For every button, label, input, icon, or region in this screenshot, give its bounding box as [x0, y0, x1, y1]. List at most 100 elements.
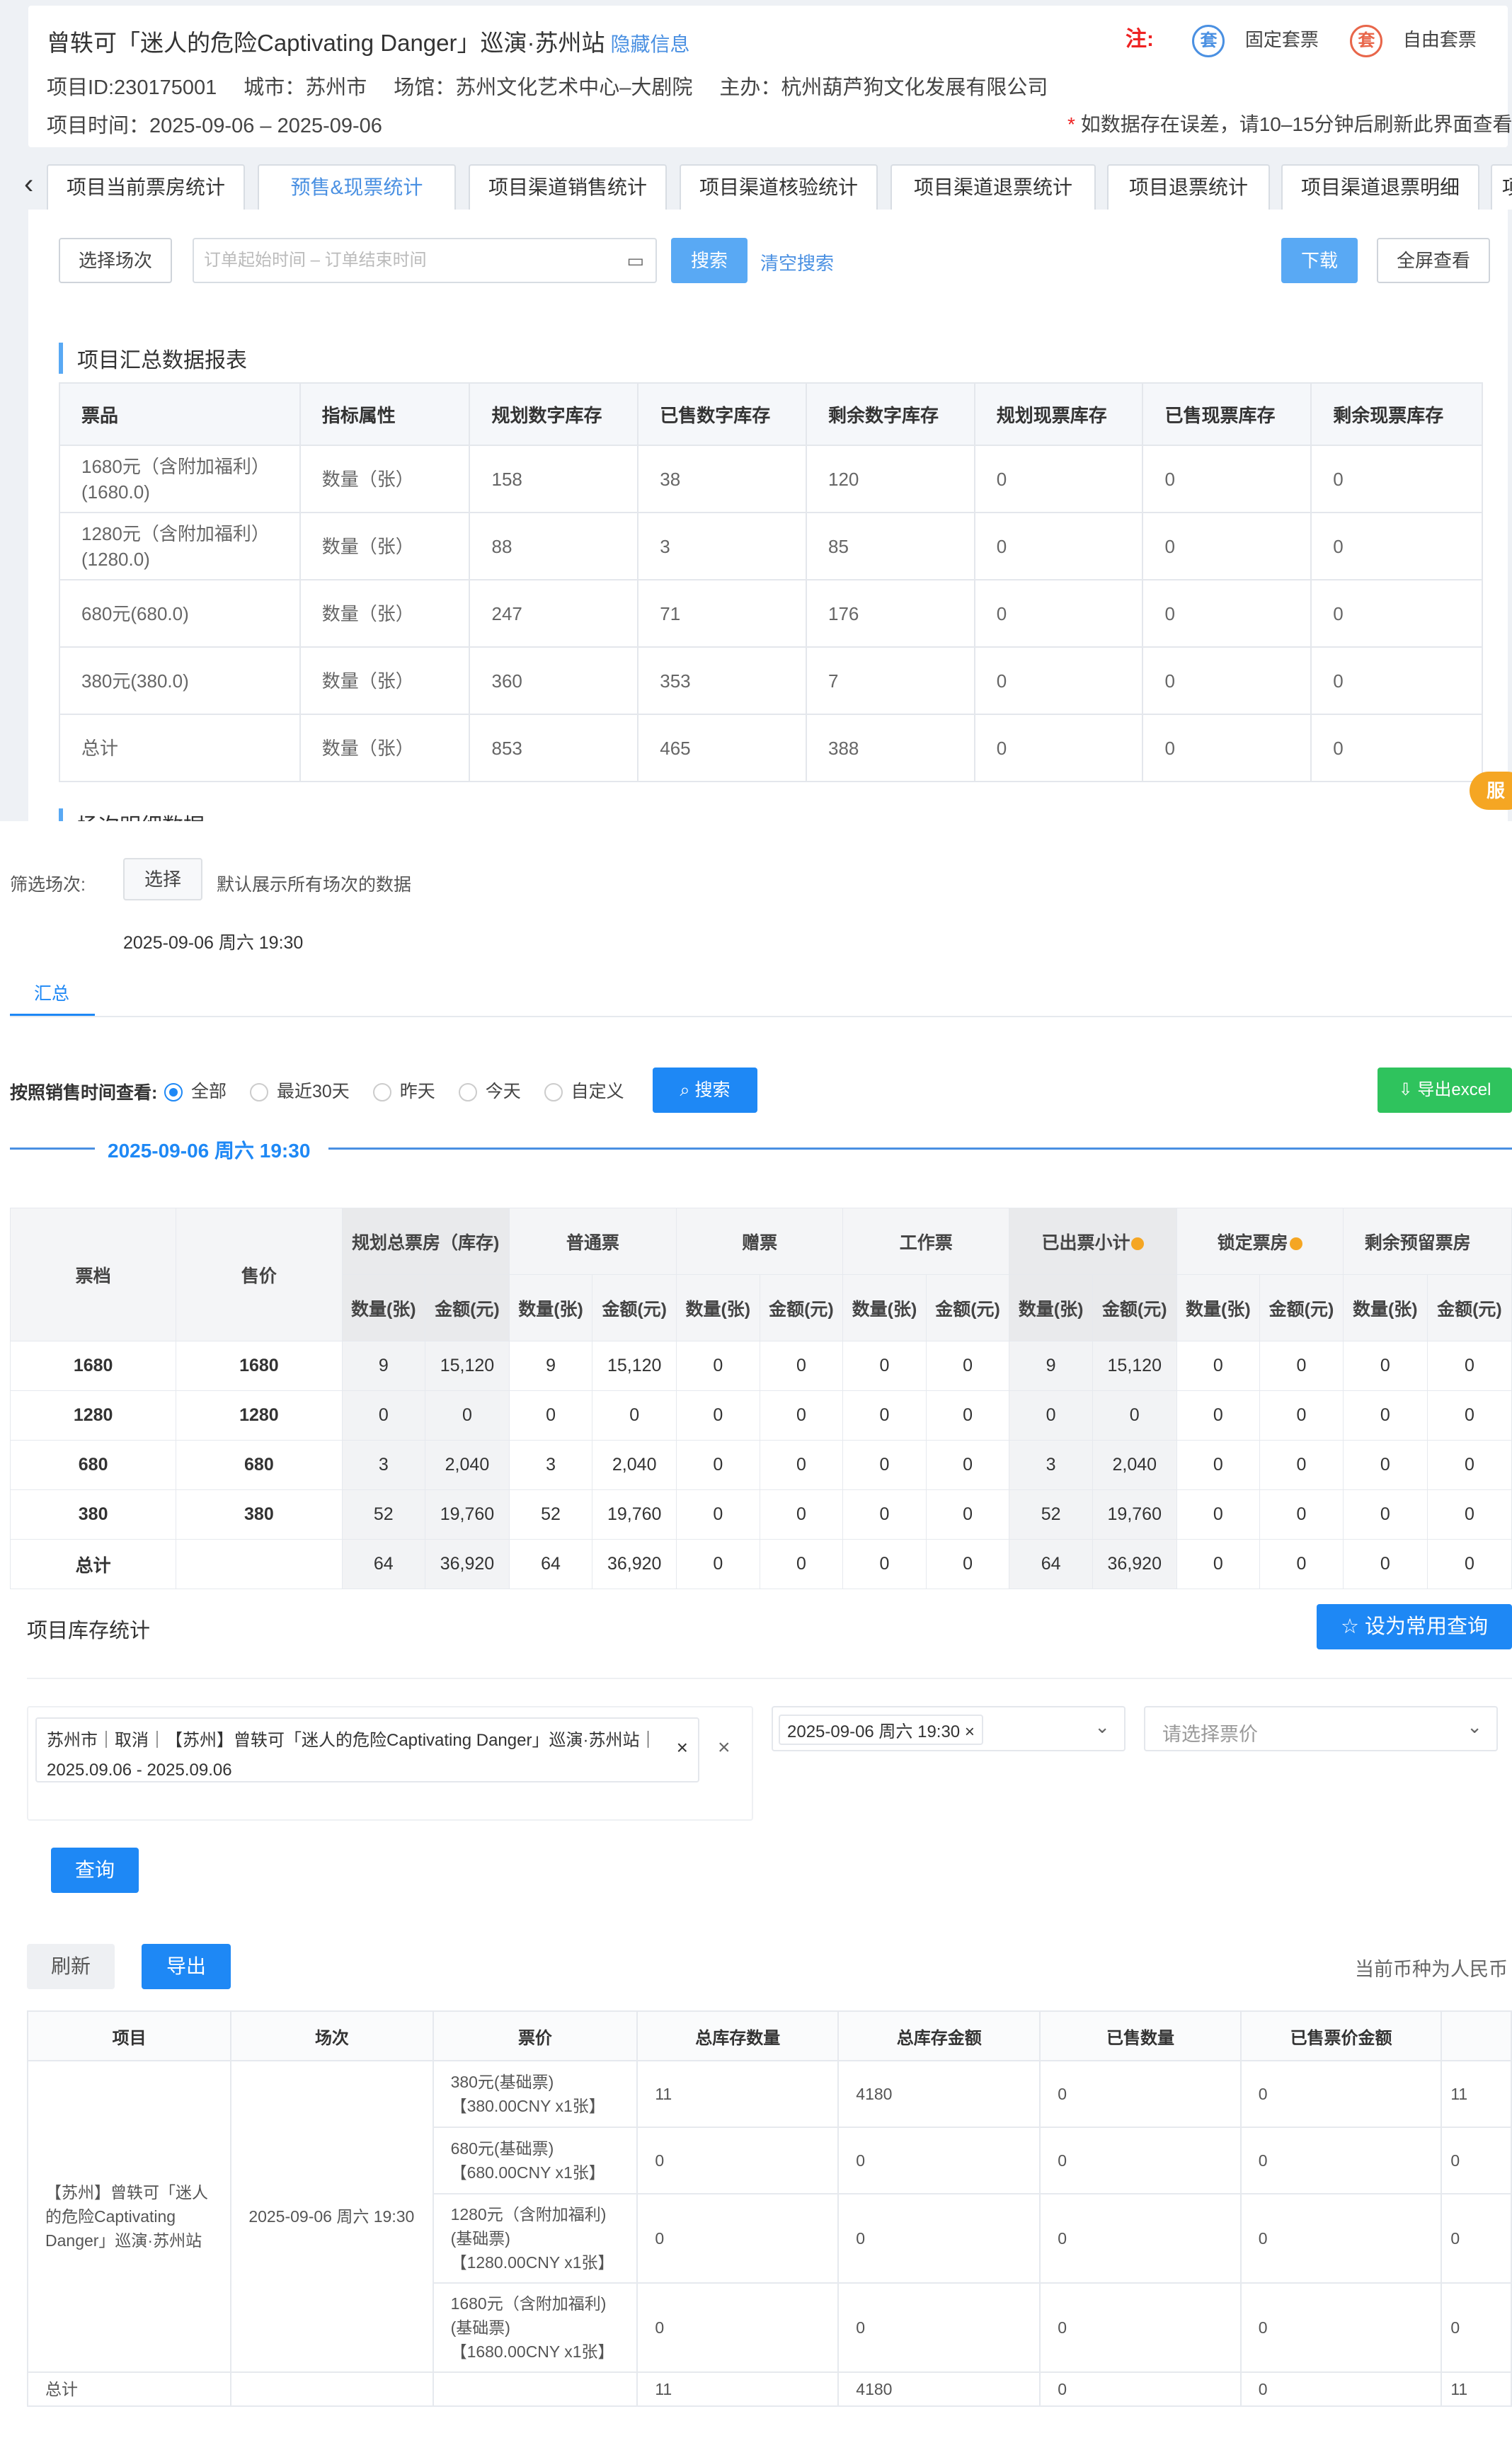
summary-cell: 0	[1310, 512, 1483, 580]
summary-cell: 388	[805, 714, 975, 782]
summary-row: 1680元（含附加福利）(1680.0) 数量（张） 158 38 120 0 0 0	[59, 445, 1483, 513]
clear-icon[interactable]: ×	[718, 1736, 731, 1760]
session-cell: 2,040	[592, 1440, 677, 1490]
tab-channel-refund[interactable]: 项目渠道退票统计	[890, 164, 1096, 210]
session-cell: 0	[925, 1341, 1010, 1391]
session-cell: 380	[9, 1489, 177, 1540]
search-button[interactable]: 搜索	[671, 238, 748, 283]
summary-row: 1280元（含附加福利）(1280.0) 数量（张） 88 3 85 0 0 0	[59, 512, 1483, 580]
detail-cell: 0	[636, 2193, 840, 2284]
sub-header: 数量(张)	[1342, 1274, 1428, 1341]
inventory-query-screenshot: 项目库存统计 ☆ 设为常用查询 苏州市｜取消｜【苏州】曾轶可「迷人的危险Capt…	[0, 1600, 1512, 2010]
warning-star: *	[1067, 113, 1075, 135]
session-cell: 0	[592, 1390, 677, 1441]
radio-label: 全部	[191, 1082, 227, 1101]
detail-cell: 0	[837, 2127, 1041, 2194]
radio-last30[interactable]: 最近30天	[249, 1082, 350, 1102]
fullscreen-button[interactable]: 全屏查看	[1377, 238, 1490, 283]
detail-cell: 0	[837, 2193, 1041, 2284]
detail-cell: 1280元（含附加福利)(基础票)【1280.00CNY x1张】	[432, 2193, 638, 2284]
sub-header: 数量(张)	[341, 1274, 426, 1341]
tab-summary[interactable]: 汇总	[34, 980, 69, 1005]
summary-cell: 0	[973, 646, 1144, 715]
summary-cell: 3	[637, 512, 807, 580]
info-dot-icon[interactable]	[1289, 1237, 1302, 1250]
radio-custom[interactable]: 自定义	[544, 1082, 624, 1102]
detail-cell: 4180	[837, 2060, 1041, 2128]
session-cell: 0	[676, 1440, 760, 1490]
locked-label: 锁定票房	[1217, 1232, 1288, 1253]
project-time: 项目时间：2025-09-06 – 2025-09-06	[47, 115, 382, 137]
project-meta: 项目ID:230175001 城市：苏州市 场馆：苏州文化艺术中心–大剧院 主办：杭州…	[47, 71, 1075, 101]
tab-presale-stats[interactable]: 预售&现票统计	[258, 164, 456, 210]
detail-cell: 11	[636, 2060, 840, 2128]
session-cell: 0	[925, 1390, 1010, 1441]
total-cell: 4180	[837, 2371, 1041, 2407]
summary-cell: 数量（张）	[299, 714, 471, 782]
sub-header: 数量(张)	[508, 1274, 593, 1341]
summary-cell: 85	[805, 512, 975, 580]
group-header-locked: 锁定票房	[1176, 1208, 1344, 1275]
col-header: 项目	[26, 2010, 232, 2061]
sub-header: 数量(张)	[676, 1274, 760, 1341]
project-select-box[interactable]: 苏州市｜取消｜【苏州】曾轶可「迷人的危险Captivating Danger」巡…	[27, 1706, 753, 1821]
radio-all[interactable]: 全部	[164, 1082, 227, 1102]
radio-today-icon	[458, 1083, 477, 1102]
col-header: 规划现票库存	[973, 382, 1144, 446]
summary-cell: 1280元（含附加福利）(1280.0)	[59, 512, 301, 580]
tab-channel-verify[interactable]: 项目渠道核验统计	[680, 164, 878, 210]
by-sale-time-label: 按照销售时间查看:	[10, 1083, 158, 1103]
session-cell: 1680	[9, 1341, 177, 1391]
tab-channel-refund-detail[interactable]: 项目渠道退票明细	[1281, 164, 1479, 210]
download-button[interactable]: 下载	[1281, 238, 1358, 283]
session-cell: 9	[1009, 1341, 1093, 1391]
summary-section-title: 项目汇总数据报表	[59, 343, 247, 374]
tab-overflow[interactable]: 项	[1491, 164, 1512, 210]
select-session-button[interactable]: 选择场次	[59, 238, 172, 283]
close-icon[interactable]: ×	[965, 1722, 975, 1741]
radio-today[interactable]: 今天	[458, 1082, 521, 1102]
tab-current-box-office[interactable]: 项目当前票房统计	[47, 164, 245, 210]
refresh-button[interactable]: 刷新	[27, 1944, 115, 1989]
session-select[interactable]: 2025-09-06 周六 19:30 × ⌄	[772, 1706, 1126, 1751]
close-icon[interactable]: ×	[677, 1733, 688, 1763]
order-date-range-input[interactable]: 订单起始时间 – 订单结束时间 ▭	[193, 238, 657, 283]
choose-session-button[interactable]: 选择	[123, 858, 202, 900]
radio-label: 今天	[485, 1082, 521, 1101]
session-cell: 0	[1176, 1341, 1261, 1391]
summary-cell: 71	[637, 579, 807, 648]
session-cell: 0	[842, 1489, 927, 1540]
star-icon: ☆	[1340, 1615, 1365, 1638]
sub-header: 金额(元)	[592, 1274, 677, 1341]
filter-session-label: 筛选场次:	[10, 875, 86, 895]
date-divider-left	[10, 1148, 95, 1150]
summary-cell: 数量（张）	[299, 445, 471, 513]
sale-time-search-button[interactable]: ⌕ 搜索	[653, 1068, 757, 1113]
total-cell: 11	[636, 2371, 840, 2407]
session-cell: 0	[1342, 1539, 1428, 1589]
summary-cell: 465	[637, 714, 807, 782]
sub-header: 金额(元)	[1259, 1274, 1344, 1341]
session-cell: 3	[341, 1440, 426, 1490]
session-cell: 0	[1259, 1539, 1344, 1589]
session-cell: 0	[1176, 1489, 1261, 1540]
tab-refund-stats[interactable]: 项目退票统计	[1107, 164, 1270, 210]
detail-session-cell: 2025-09-06 周六 19:30	[230, 2060, 434, 2373]
query-button[interactable]: 查询	[51, 1848, 139, 1893]
export-button[interactable]: 导出	[142, 1944, 231, 1989]
session-row: 380 380 52 19,760 52 19,760 0 0 0 0 52 19,760 0 0 0 0	[9, 1489, 1512, 1540]
sub-header: 金额(元)	[1426, 1274, 1512, 1341]
tab-channel-sales[interactable]: 项目渠道销售统计	[469, 164, 667, 210]
hide-info-link[interactable]: 隐藏信息	[611, 33, 690, 55]
summary-cell: 0	[1142, 714, 1312, 782]
price-select[interactable]: 请选择票价 ⌄	[1144, 1706, 1498, 1751]
service-float-button[interactable]: 服	[1470, 772, 1512, 810]
session-cell: 0	[759, 1390, 844, 1441]
session-date: 2025-09-06 周六 19:30	[123, 933, 304, 953]
radio-yesterday[interactable]: 昨天	[372, 1082, 435, 1102]
clear-search-link[interactable]: 清空搜索	[760, 249, 834, 275]
info-dot-icon[interactable]	[1131, 1237, 1145, 1250]
set-common-query-button[interactable]: ☆ 设为常用查询	[1317, 1604, 1512, 1649]
detail-cell: 0	[1239, 2282, 1443, 2373]
export-excel-button[interactable]: ⇩ 导出excel	[1378, 1068, 1512, 1113]
